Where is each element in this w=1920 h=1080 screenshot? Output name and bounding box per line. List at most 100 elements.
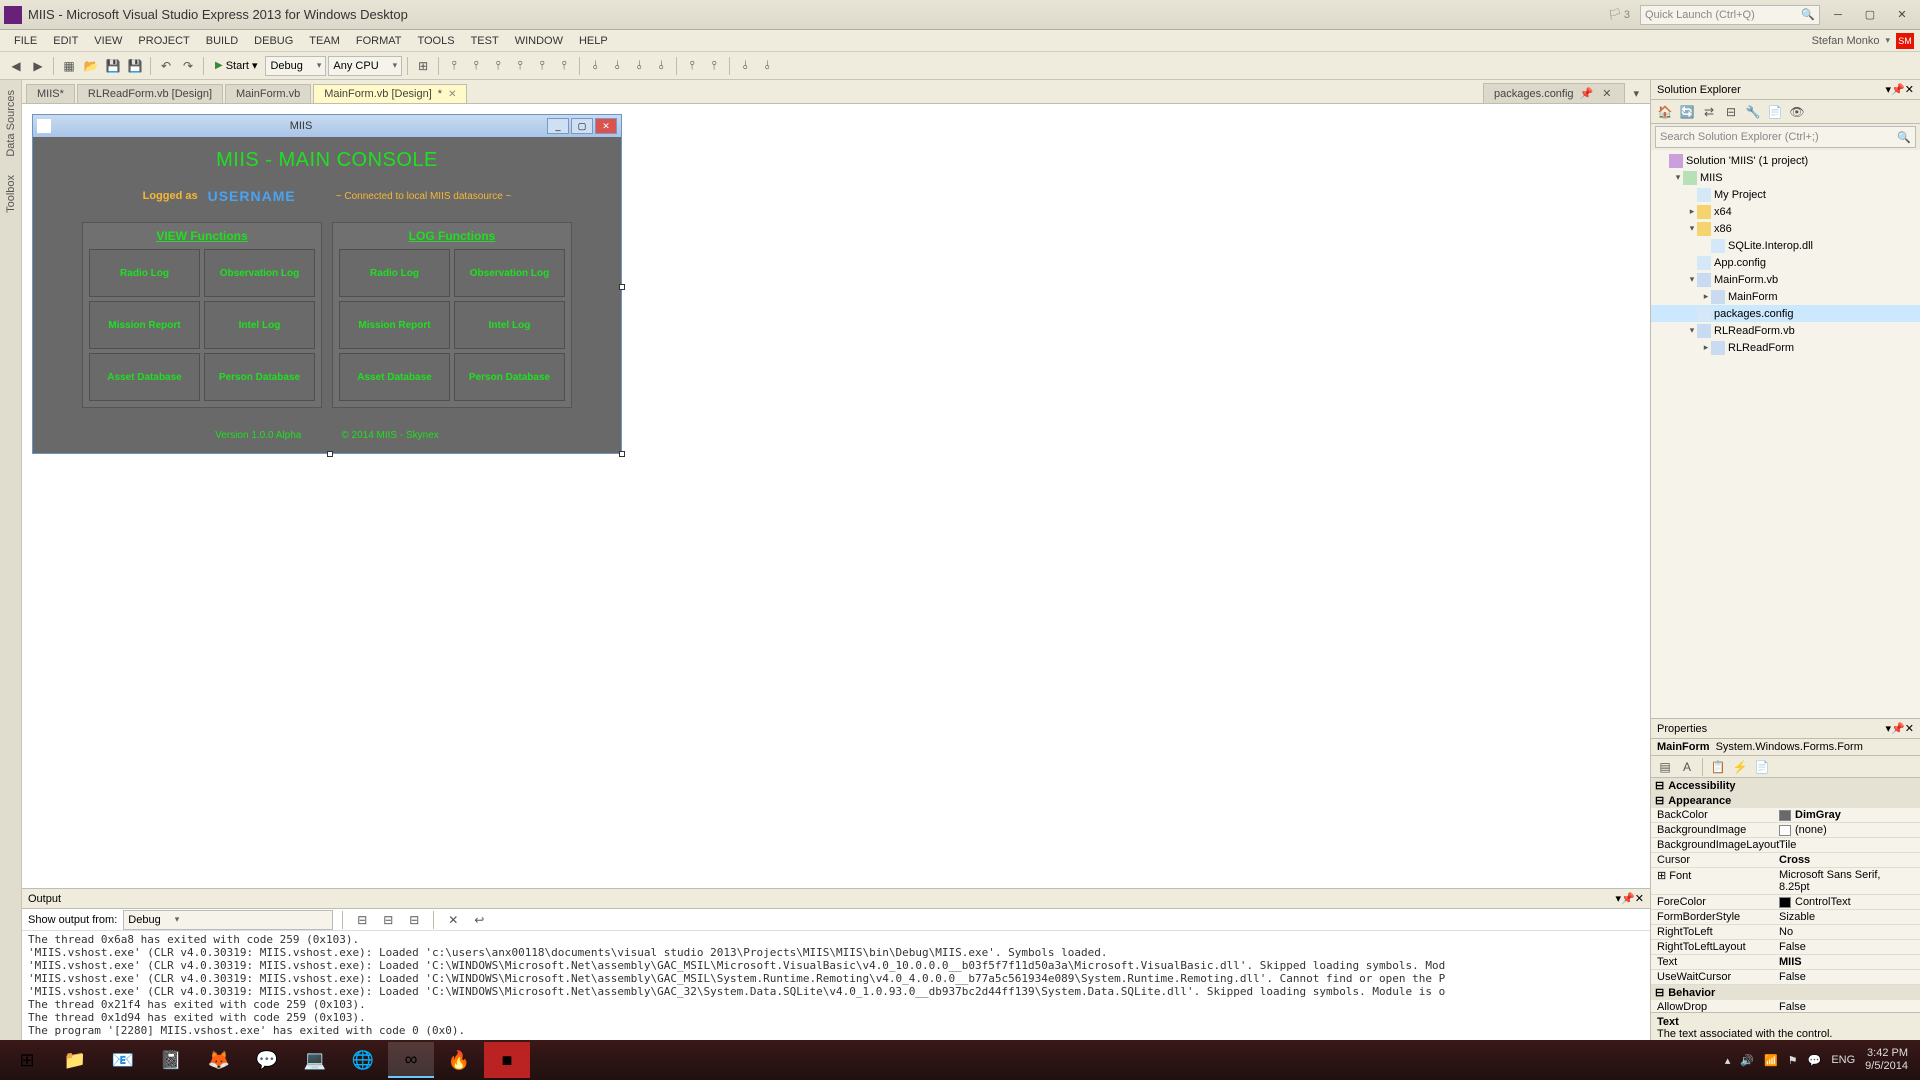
layout-d[interactable]: ⫯ [510,56,530,76]
prop-alpha-button[interactable]: A [1677,757,1697,777]
menu-view[interactable]: VIEW [86,35,130,47]
form-function-button[interactable]: Person Database [204,353,315,401]
layout-f[interactable]: ⫯ [554,56,574,76]
prop-row[interactable]: BackgroundImageLayoutTile [1651,838,1920,853]
user-badge[interactable]: SM [1896,33,1914,49]
pin-icon[interactable]: 📌 [1580,87,1594,100]
se-close-icon[interactable]: ✕ [1905,83,1914,96]
app-taskbar-button[interactable]: 💻 [292,1042,338,1078]
tray-volume-icon[interactable]: 🔊 [1740,1054,1754,1067]
explorer-taskbar-button[interactable]: 📁 [52,1042,98,1078]
props-close-icon[interactable]: ✕ [1905,722,1914,735]
tree-item[interactable]: ▾x86 [1651,220,1920,237]
tray-battery-icon[interactable]: ⚑ [1788,1054,1798,1067]
panel-close-icon[interactable]: ✕ [1635,892,1644,905]
output-tb-b[interactable]: ⊟ [378,910,398,930]
prop-row[interactable]: TextMIIS [1651,955,1920,970]
quick-launch-input[interactable]: Quick Launch (Ctrl+Q)🔍 [1640,5,1820,25]
doc-tab[interactable]: MainForm.vb [225,84,311,103]
se-props-button[interactable]: 🔧 [1743,102,1763,122]
close-icon[interactable]: ✕ [1599,87,1614,100]
minimize-button[interactable]: ─ [1824,5,1852,25]
output-text[interactable]: The thread 0x6a8 has exited with code 25… [22,931,1650,1058]
form-function-button[interactable]: Asset Database [339,353,450,401]
prop-category[interactable]: ⊟Appearance [1651,793,1920,808]
menu-test[interactable]: TEST [463,35,507,47]
signed-in-user[interactable]: Stefan Monko [1812,35,1880,47]
toolbox-tab[interactable]: Toolbox [5,169,17,219]
menu-file[interactable]: FILE [6,35,45,47]
prop-category[interactable]: ⊟Behavior [1651,985,1920,1000]
resize-handle-e[interactable] [619,284,625,290]
output-wrap-button[interactable]: ↩ [469,910,489,930]
data-sources-tab[interactable]: Data Sources [5,84,17,163]
vs-taskbar-button[interactable]: ∞ [388,1042,434,1078]
menu-window[interactable]: WINDOW [507,35,571,47]
se-sync-button[interactable]: ⇄ [1699,102,1719,122]
se-search-input[interactable]: Search Solution Explorer (Ctrl+;) 🔍 [1655,126,1916,148]
prop-row[interactable]: FormBorderStyleSizable [1651,910,1920,925]
start-debug-button[interactable]: Start ▾ [209,55,263,77]
tree-item[interactable]: ▸RLReadForm [1651,339,1920,356]
nav-back-button[interactable]: ◀ [6,56,26,76]
form-function-button[interactable]: Radio Log [339,249,450,297]
new-project-button[interactable]: ▦ [59,56,79,76]
form-function-button[interactable]: Observation Log [454,249,565,297]
tree-item[interactable]: ▾RLReadForm.vb [1651,322,1920,339]
form-function-button[interactable]: Asset Database [89,353,200,401]
align-button[interactable]: ⊞ [413,56,433,76]
tree-item[interactable]: ▾MainForm.vb [1651,271,1920,288]
nav-fwd-button[interactable]: ▶ [28,56,48,76]
tray-action-icon[interactable]: 💬 [1808,1054,1822,1067]
notification-indicator[interactable]: 🏳 3 [1608,8,1630,21]
prop-events-button[interactable]: ⚡ [1730,757,1750,777]
prop-pages-button[interactable]: 📄 [1752,757,1772,777]
tray-up-icon[interactable]: ▴ [1725,1054,1731,1067]
prop-row[interactable]: ⊞ FontMicrosoft Sans Serif, 8.25pt [1651,868,1920,895]
solution-tree[interactable]: Solution 'MIIS' (1 project)▾MIISMy Proje… [1651,150,1920,718]
outlook-taskbar-button[interactable]: 📧 [100,1042,146,1078]
doc-tab-packages[interactable]: packages.config📌✕ [1483,83,1625,103]
layout-k[interactable]: ⫯ [682,56,702,76]
tray-network-icon[interactable]: 📶 [1764,1054,1778,1067]
output-clear-button[interactable]: ✕ [443,910,463,930]
se-refresh-button[interactable]: 🔄 [1677,102,1697,122]
output-tb-c[interactable]: ⊟ [404,910,424,930]
chrome-taskbar-button[interactable]: 🌐 [340,1042,386,1078]
menu-format[interactable]: FORMAT [348,35,410,47]
form-designer-surface[interactable]: MIIS _ ▢ ✕ MIIS - MAIN CONSOLE Logged as… [22,104,1650,888]
show-output-from-select[interactable]: Debug [123,910,333,930]
designed-form[interactable]: MIIS _ ▢ ✕ MIIS - MAIN CONSOLE Logged as… [32,114,622,454]
doc-tab[interactable]: MainForm.vb [Design]*✕ [313,84,467,103]
menu-build[interactable]: BUILD [198,35,246,47]
menu-edit[interactable]: EDIT [45,35,86,47]
maximize-button[interactable]: ▢ [1856,5,1884,25]
se-show-all-button[interactable]: 📄 [1765,102,1785,122]
prop-row[interactable]: RightToLeftNo [1651,925,1920,940]
form-function-button[interactable]: Observation Log [204,249,315,297]
doc-tab[interactable]: RLReadForm.vb [Design] [77,84,223,103]
tree-item[interactable]: packages.config [1651,305,1920,322]
tree-item[interactable]: My Project [1651,186,1920,203]
resize-handle-s[interactable] [327,451,333,457]
menu-help[interactable]: HELP [571,35,616,47]
menu-project[interactable]: PROJECT [130,35,197,47]
firefox-taskbar-button[interactable]: 🦊 [196,1042,242,1078]
prop-row[interactable]: BackColorDimGray [1651,808,1920,823]
doc-tab[interactable]: MIIS* [26,84,75,103]
app3-taskbar-button[interactable]: ■ [484,1042,530,1078]
tray-clock[interactable]: 3:42 PM 9/5/2014 [1865,1047,1908,1073]
user-dropdown-icon[interactable]: ▾ [1885,35,1890,46]
layout-m[interactable]: ⫰ [735,56,755,76]
layout-i[interactable]: ⫰ [629,56,649,76]
prop-row[interactable]: RightToLeftLayoutFalse [1651,940,1920,955]
layout-n[interactable]: ⫰ [757,56,777,76]
layout-j[interactable]: ⫰ [651,56,671,76]
onenote-taskbar-button[interactable]: 📓 [148,1042,194,1078]
tree-item[interactable]: SQLite.Interop.dll [1651,237,1920,254]
form-function-button[interactable]: Intel Log [204,301,315,349]
menu-tools[interactable]: TOOLS [409,35,462,47]
props-pin-icon[interactable]: 📌 [1891,722,1905,735]
prop-categorized-button[interactable]: ▤ [1655,757,1675,777]
layout-a[interactable]: ⫯ [444,56,464,76]
